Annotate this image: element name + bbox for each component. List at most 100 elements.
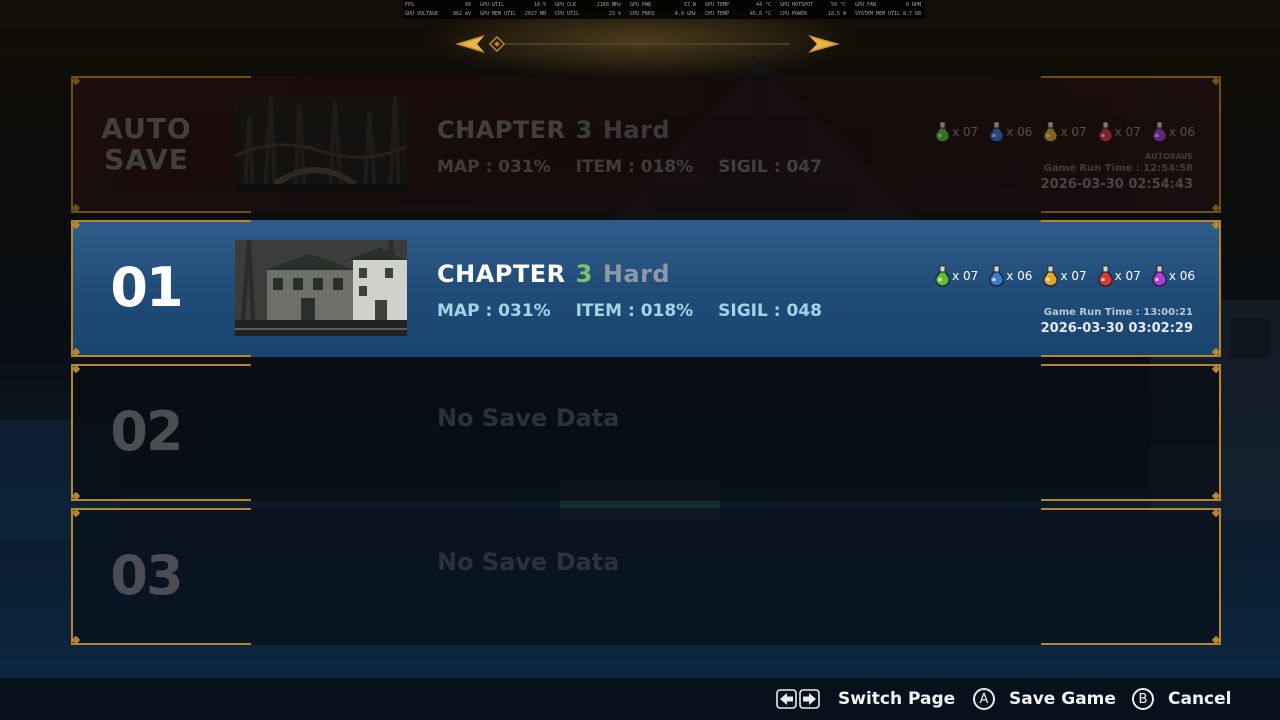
page-navigator: [455, 31, 840, 57]
save-slot-autosave[interactable]: AUTO SAVE CHAPTER 3 Hard MAP : 031% ITEM :…: [71, 76, 1221, 213]
potion-icon: [1152, 121, 1167, 143]
potion-item: x 07: [1097, 121, 1141, 143]
overlay-metric-value: 60: [464, 2, 471, 8]
save-slot-01[interactable]: 01 CHAPTER 3 Hard MAP : 031% ITEM : 018% S…: [71, 220, 1221, 357]
a-button-icon: A: [973, 688, 995, 710]
overlay-metric-value: 16 %: [533, 2, 546, 8]
slot-01-run-time: Game Run Time : 13:00:21: [1043, 307, 1193, 318]
slot-number: 01: [110, 256, 183, 319]
potion-count: x 07: [952, 125, 979, 139]
overlay-metric-value: 18.5 W: [827, 11, 846, 17]
overlay-metric-value: 8.7 GB: [902, 11, 921, 17]
potion-count: x 07: [1060, 269, 1087, 283]
overlay-metric-label: GPU FAN: [855, 2, 877, 8]
cancel-label: Cancel: [1168, 689, 1232, 709]
slot-frame: [71, 364, 1221, 501]
no-save-data-label: No Save Data: [437, 404, 620, 432]
autosave-thumbnail: [235, 96, 407, 192]
potion-item: x 06: [1151, 265, 1195, 287]
potion-icon: [1152, 265, 1167, 287]
overlay-metric-label: CPU TEMP: [705, 11, 730, 17]
autosave-tag: AUTOSAVE: [1145, 152, 1193, 161]
potion-count: x 07: [1114, 125, 1141, 139]
potion-count: x 07: [1114, 269, 1141, 283]
potion-item: x 06: [988, 121, 1032, 143]
overlay-metric-value: 2168 MHz: [596, 2, 621, 8]
potion-count: x 07: [952, 269, 979, 283]
sigil-count: SIGIL : 048: [718, 301, 822, 321]
overlay-metric-value: 45.8 °C: [749, 11, 771, 17]
overlay-metric-value: 50 °C: [830, 2, 846, 8]
save-game-label: Save Game: [1009, 689, 1116, 709]
slot-01-timestamp: 2026-03-30 03:02:29: [1040, 321, 1193, 336]
overlay-metric-value: 0 RPM: [905, 2, 921, 8]
switch-page-hint[interactable]: Switch Page: [776, 687, 955, 711]
overlay-metric-value: 4.0 GHz: [674, 11, 696, 17]
no-save-data-label: No Save Data: [437, 548, 620, 576]
potion-count: x 06: [1168, 125, 1195, 139]
slot-number: 03: [110, 544, 183, 607]
item-progress: ITEM : 018%: [575, 157, 694, 177]
slot-number: 02: [110, 400, 183, 463]
save-game-hint[interactable]: A Save Game: [973, 687, 1116, 711]
slot-01-stats: MAP : 031% ITEM : 018% SIGIL : 048: [437, 301, 841, 321]
autosave-timestamp: 2026-03-30 02:54:43: [1040, 177, 1193, 192]
overlay-metric-label: GPU HOTSPOT: [780, 2, 814, 8]
overlay-metric-label: GPU UTIL: [480, 2, 505, 8]
cancel-hint[interactable]: B Cancel: [1132, 687, 1231, 711]
potion-icon: [1098, 121, 1113, 143]
potion-icon: [935, 265, 950, 287]
potion-icon: [1043, 265, 1059, 287]
potion-item: x 07: [1042, 265, 1087, 287]
overlay-metric-value: 2027 MB: [524, 11, 546, 17]
overlay-metric-value: 44 °C: [755, 2, 771, 8]
potion-count: x 06: [1006, 269, 1033, 283]
map-progress: MAP : 031%: [437, 301, 551, 321]
potion-icon: [935, 121, 950, 143]
potion-item: x 06: [988, 265, 1032, 287]
autosave-run-time: Game Run Time : 12:54:58: [1043, 163, 1193, 174]
overlay-metric-value: 57 W: [683, 2, 696, 8]
overlay-metric-label: GPU TEMP: [705, 2, 730, 8]
item-progress: ITEM : 018%: [575, 301, 694, 321]
potion-count: x 06: [1168, 269, 1195, 283]
save-slot-02[interactable]: 02 No Save Data: [71, 364, 1221, 501]
potion-icon: [989, 121, 1004, 143]
overlay-metric-label: CPU UTIL: [555, 11, 580, 17]
potion-item: x 06: [1151, 121, 1195, 143]
potion-item: x 07: [934, 265, 978, 287]
potion-count: x 07: [1060, 125, 1087, 139]
overlay-metric-value: 23 %: [608, 11, 621, 17]
potion-item: x 07: [1042, 121, 1087, 143]
slot-01-thumbnail: [235, 240, 407, 336]
sigil-count: SIGIL : 047: [718, 157, 822, 177]
autosave-chapter: CHAPTER 3 Hard: [437, 116, 671, 144]
overlay-metric-label: CPU FREQ: [630, 11, 655, 17]
autosave-stats: MAP : 031% ITEM : 018% SIGIL : 047: [437, 157, 841, 177]
overlay-metric-label: GPU VOLTAGE: [405, 11, 439, 17]
arrow-left-key-icon: [776, 689, 797, 709]
slot-01-potion-list: x 07 x 06 x 07 x 07 x 06: [926, 264, 1195, 288]
potion-item: x 07: [934, 121, 978, 143]
arrow-right-key-icon: [799, 689, 820, 709]
potion-icon: [989, 265, 1004, 287]
overlay-metric-label: GPU CLK: [555, 2, 577, 8]
performance-overlay: FPS 60 GPU UTIL 16 % GPU CLK 2168 MHz GPU PWR 5…: [403, 0, 925, 19]
overlay-metric-label: FPS: [405, 2, 415, 8]
map-progress: MAP : 031%: [437, 157, 551, 177]
arrow-left-icon[interactable]: [455, 35, 485, 53]
overlay-metric-value: 862 mV: [452, 11, 471, 17]
slot-frame: [71, 508, 1221, 645]
save-slot-03[interactable]: 03 No Save Data: [71, 508, 1221, 645]
switch-page-label: Switch Page: [838, 689, 956, 709]
b-button-icon: B: [1132, 688, 1154, 710]
potion-icon: [1043, 121, 1059, 143]
potion-icon: [1098, 265, 1113, 287]
overlay-metric-label: CPU POWER: [780, 11, 808, 17]
overlay-metric-label: GPU PWR: [630, 2, 652, 8]
arrow-right-icon[interactable]: [808, 35, 840, 53]
autosave-potion-list: x 07 x 06 x 07 x 07 x 06: [926, 120, 1195, 144]
page-indicator-diamond: [488, 35, 506, 53]
potion-item: x 07: [1097, 265, 1141, 287]
slot-01-chapter: CHAPTER 3 Hard: [437, 260, 671, 288]
